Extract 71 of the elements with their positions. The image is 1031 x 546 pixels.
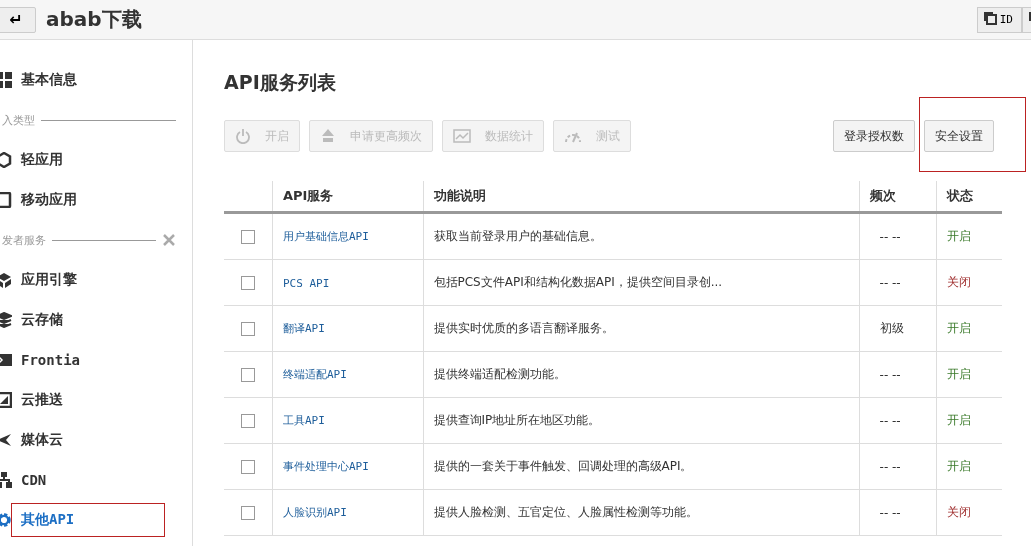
sidebar-item[interactable]: 云存储 <box>0 300 192 340</box>
frequency-text: -- -- <box>879 367 901 382</box>
power-icon <box>235 128 251 144</box>
phone-icon <box>0 192 12 208</box>
status-text: 开启 <box>947 229 971 243</box>
api-name-link[interactable]: 用户基础信息API <box>283 230 369 243</box>
sidebar-item[interactable]: CDN <box>0 460 192 500</box>
push-icon <box>0 392 12 408</box>
sidebar-item[interactable]: Frontia <box>0 340 192 380</box>
row-checkbox[interactable] <box>241 459 255 474</box>
description-text: 提供终端适配检测功能。 <box>433 367 566 381</box>
status-text: 关闭 <box>947 505 971 519</box>
page-title: API服务列表 <box>224 70 337 95</box>
description-text: 包括PCS文件API和结构化数据API，提供空间目录创... <box>433 275 723 289</box>
api-name-link[interactable]: 人脸识别API <box>283 506 347 519</box>
sidebar-item[interactable]: 云推送 <box>0 380 192 420</box>
hexagon-icon <box>0 152 12 168</box>
frequency-text: -- -- <box>879 505 901 520</box>
column-header: API服务 <box>272 181 423 213</box>
copy-icon <box>985 14 997 25</box>
api-name-link[interactable]: 事件处理中心API <box>283 460 369 473</box>
row-checkbox[interactable] <box>241 413 255 428</box>
description-text: 提供人脸检测、五官定位、人脸属性检测等功能。 <box>433 505 698 519</box>
sidebar-item[interactable]: 移动应用 <box>0 180 192 220</box>
api-name-link[interactable]: 终端适配API <box>283 368 347 381</box>
frequency-text: 初级 <box>879 321 904 335</box>
description-text: 提供实时优质的多语言翻译服务。 <box>433 321 614 335</box>
chart-icon <box>453 129 471 143</box>
sidebar-item[interactable]: 其他API <box>0 500 192 540</box>
api-name-link[interactable]: PCS API <box>283 276 330 290</box>
description-text: 获取当前登录用户的基础信息。 <box>433 229 602 243</box>
layers-icon <box>0 312 12 328</box>
api-name-link[interactable]: 翻译API <box>283 322 325 335</box>
status-text: 开启 <box>947 367 971 381</box>
section-label: 发者服务 <box>2 232 46 248</box>
api-name-link[interactable]: 工具API <box>283 414 325 427</box>
status-text: 开启 <box>947 459 971 473</box>
row-checkbox[interactable] <box>241 321 255 336</box>
terminal-icon <box>0 352 12 368</box>
status-text: 开启 <box>947 413 971 427</box>
row-checkbox[interactable] <box>241 367 255 382</box>
upload-icon <box>320 128 336 144</box>
sidebar-item[interactable]: 轻应用 <box>0 140 192 180</box>
status-text: 关闭 <box>947 275 971 289</box>
grid-icon <box>0 72 12 88</box>
sidebar-item[interactable]: 应用引擎 <box>0 260 192 300</box>
section-label: 入类型 <box>2 112 35 128</box>
description-text: 提供的一套关于事件触发、回调处理的高级API。 <box>433 459 693 473</box>
settings-icon <box>0 512 12 528</box>
frequency-text: -- -- <box>879 229 901 244</box>
description-text: 提供查询IP地址所在地区功能。 <box>433 413 601 427</box>
column-header: 状态 <box>936 181 1002 213</box>
network-icon <box>0 472 12 488</box>
row-checkbox[interactable] <box>241 275 255 290</box>
frequency-text: -- -- <box>879 459 901 474</box>
toolbar-button[interactable]: 安全设置 <box>924 120 994 152</box>
status-text: 开启 <box>947 321 971 335</box>
frequency-text: -- -- <box>879 275 901 290</box>
sidebar-item[interactable]: 媒体云 <box>0 420 192 460</box>
app-title: abab下载 <box>46 6 142 33</box>
back-button[interactable]: ↵ <box>0 6 36 33</box>
row-checkbox[interactable] <box>241 505 255 520</box>
column-header: 频次 <box>859 181 937 213</box>
toolbar-button[interactable]: 登录授权数 <box>833 120 915 152</box>
column-header: 功能说明 <box>423 181 860 213</box>
id-button[interactable]: ID <box>976 6 1022 33</box>
sidebar-item[interactable]: 基本信息 <box>0 60 192 100</box>
frequency-text: -- -- <box>879 413 901 428</box>
arrow-icon <box>0 432 12 448</box>
row-checkbox[interactable] <box>241 229 255 244</box>
cube-icon <box>0 272 12 288</box>
